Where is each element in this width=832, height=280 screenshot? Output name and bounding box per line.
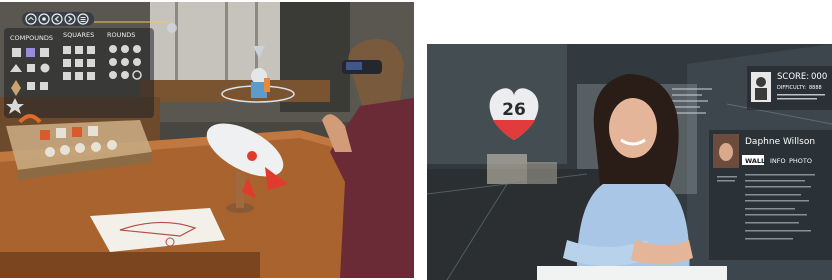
holographic-cafe-scene: 26 SCORE: 000 DIFFICULTY: 8888 Daphne Wi… — [427, 44, 832, 280]
tab-wall-label: WALL — [745, 157, 765, 165]
tab-squares[interactable]: SQUARES — [63, 31, 94, 39]
tab-photo[interactable]: PHOTO — [789, 157, 812, 165]
mixed-reality-workspace-scene: COMPOUNDS SQUARES ROUNDS — [0, 2, 414, 278]
difficulty-label: DIFFICULTY: — [777, 85, 806, 91]
score-value: 000 — [811, 72, 827, 82]
score-label: SCORE: — [777, 72, 809, 82]
tab-info[interactable]: INFO — [770, 157, 786, 165]
cursor-dot-icon — [167, 23, 177, 33]
profile-name: Daphne Willson — [745, 137, 815, 147]
difficulty-value: 8888 — [809, 85, 822, 91]
tab-compounds[interactable]: COMPOUNDS — [10, 34, 53, 42]
back-counter — [140, 80, 330, 102]
heart-counter-value: 26 — [502, 100, 526, 120]
tab-rounds[interactable]: ROUNDS — [107, 31, 135, 39]
